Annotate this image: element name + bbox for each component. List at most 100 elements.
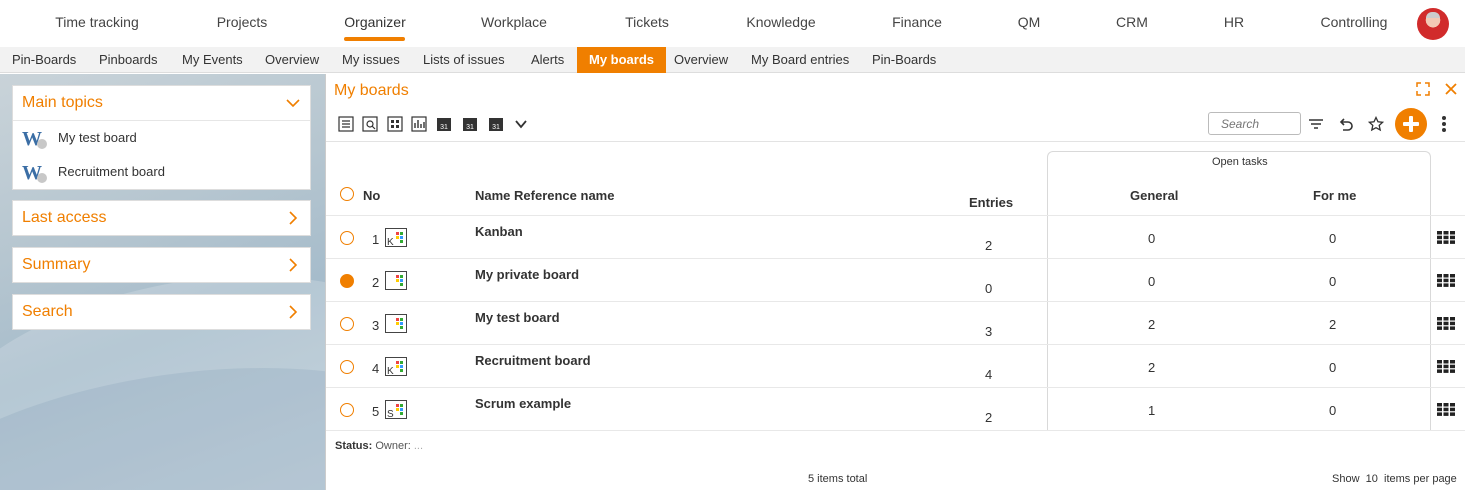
subnav-my-boards[interactable]: My boards [577,47,667,73]
row-for-me: 0 [1329,360,1337,375]
chart-view-icon[interactable] [411,116,427,132]
topnav-organizer[interactable]: Organizer [344,14,405,30]
subnav-lists-of-issues[interactable]: Lists of issues [411,47,517,73]
select-all-radio[interactable] [340,187,354,201]
maximize-icon[interactable] [1416,82,1430,96]
topnav-controlling[interactable]: Controlling [1321,14,1388,30]
topnav-hr[interactable]: HR [1224,14,1244,30]
column-header-name[interactable]: Name Reference name [475,188,614,203]
row-select-radio[interactable] [340,360,354,374]
board-icon-letter: K [387,366,394,377]
sidebar-board-link[interactable]: W My test board [13,121,310,155]
column-header-for-me[interactable]: For me [1313,188,1356,203]
topnav-workplace[interactable]: Workplace [481,14,547,30]
subnav-my-issues[interactable]: My issues [330,47,412,73]
scrum-board-icon: S [385,400,407,420]
row-for-me: 2 [1329,317,1337,332]
filter-icon[interactable] [1308,116,1324,132]
column-header-no[interactable]: No [363,188,380,203]
row-no: 1 [372,232,380,247]
board-name-link[interactable]: Recruitment board [475,353,591,368]
board-grid-icon[interactable] [1437,231,1455,244]
kanban-board-icon: K [385,357,407,377]
board-link-label: My test board [58,130,137,145]
subnav-my-events[interactable]: My Events [170,47,255,73]
subnav-pin-boards-2[interactable]: Pin-Boards [860,47,948,73]
topnav-crm[interactable]: CRM [1116,14,1148,30]
row-no: 4 [372,361,380,376]
board-name-link[interactable]: My private board [475,267,579,282]
row-select-radio[interactable] [340,274,354,288]
left-sidebar: Main topics W My test board W Recruitmen… [0,74,326,490]
board-grid-icon[interactable] [1437,403,1455,416]
subnav-pinboards[interactable]: Pinboards [87,47,170,73]
table-row[interactable]: 1 K Kanban 2 0 0 [326,215,1465,258]
per-page-select[interactable]: 10 [1366,473,1378,485]
board-grid-icon[interactable] [1437,274,1455,287]
undo-icon[interactable] [1338,116,1354,132]
board-name-link[interactable]: Scrum example [475,396,571,411]
topnav-qm[interactable]: QM [1018,14,1041,30]
column-header-entries[interactable]: Entries [969,195,1013,210]
subnav-pin-boards[interactable]: Pin-Boards [0,47,88,73]
board-grid-icon[interactable] [1437,360,1455,373]
board-link-label: Recruitment board [58,164,165,179]
more-options-icon[interactable] [1441,115,1447,133]
calendar-day-icon[interactable]: 31 [436,116,452,132]
status-line: Status: Owner: ... [335,440,423,452]
subnav-alerts[interactable]: Alerts [519,47,576,73]
row-for-me: 0 [1329,231,1337,246]
summary-panel[interactable]: Summary [12,247,311,283]
sub-navigation: Pin-Boards Pinboards My Events Overview … [0,47,1465,73]
row-select-radio[interactable] [340,231,354,245]
sidebar-board-link[interactable]: W Recruitment board [13,155,310,189]
column-header-general[interactable]: General [1130,188,1178,203]
board-name-link[interactable]: My test board [475,310,560,325]
topnav-projects[interactable]: Projects [217,14,268,30]
items-total: 5 items total [808,473,868,485]
list-view-icon[interactable] [338,116,354,132]
table-row[interactable]: 4 K Recruitment board 4 2 0 [326,344,1465,387]
subnav-overview[interactable]: Overview [253,47,331,73]
search-input[interactable] [1208,112,1301,135]
topnav-tickets[interactable]: Tickets [625,14,669,30]
board-grid-icon[interactable] [1437,317,1455,330]
add-button[interactable] [1395,108,1427,140]
search-panel[interactable]: Search [12,294,311,330]
top-navigation: Time tracking Projects Organizer Workpla… [0,0,1465,46]
table-row[interactable]: 2 My private board 0 0 0 [326,258,1465,301]
tile-view-icon[interactable] [387,116,403,132]
chevron-right-icon [289,305,298,319]
row-entries: 4 [985,367,993,382]
row-general: 1 [1148,403,1156,418]
row-general: 2 [1148,317,1156,332]
owner-value: ... [413,440,424,452]
topnav-time-tracking[interactable]: Time tracking [55,14,139,30]
calendar-week-icon[interactable]: 31 [462,116,478,132]
board-name-link[interactable]: Kanban [475,224,523,239]
board-icon-letter: K [387,237,394,248]
detail-view-icon[interactable] [362,116,378,132]
close-icon[interactable] [1444,82,1458,96]
subnav-overview-2[interactable]: Overview [662,47,740,73]
user-avatar[interactable] [1417,8,1449,40]
row-no: 5 [372,404,380,419]
table-row[interactable]: 5 S Scrum example 2 1 0 [326,387,1465,430]
topnav-knowledge[interactable]: Knowledge [746,14,815,30]
subnav-my-board-entries[interactable]: My Board entries [739,47,861,73]
row-general: 2 [1148,360,1156,375]
topnav-finance[interactable]: Finance [892,14,942,30]
last-access-title: Last access [22,209,107,226]
row-select-radio[interactable] [340,317,354,331]
row-select-radio[interactable] [340,403,354,417]
main-topics-header[interactable]: Main topics [13,86,310,120]
star-icon[interactable] [1368,116,1384,132]
row-entries: 0 [985,281,993,296]
chevron-down-icon[interactable] [513,116,529,132]
calendar-month-icon[interactable]: 31 [488,116,504,132]
row-no: 2 [372,275,380,290]
last-access-panel[interactable]: Last access [12,200,311,236]
table-row[interactable]: 3 My test board 3 2 2 [326,301,1465,344]
row-entries: 3 [985,324,993,339]
board-icon [385,271,407,290]
